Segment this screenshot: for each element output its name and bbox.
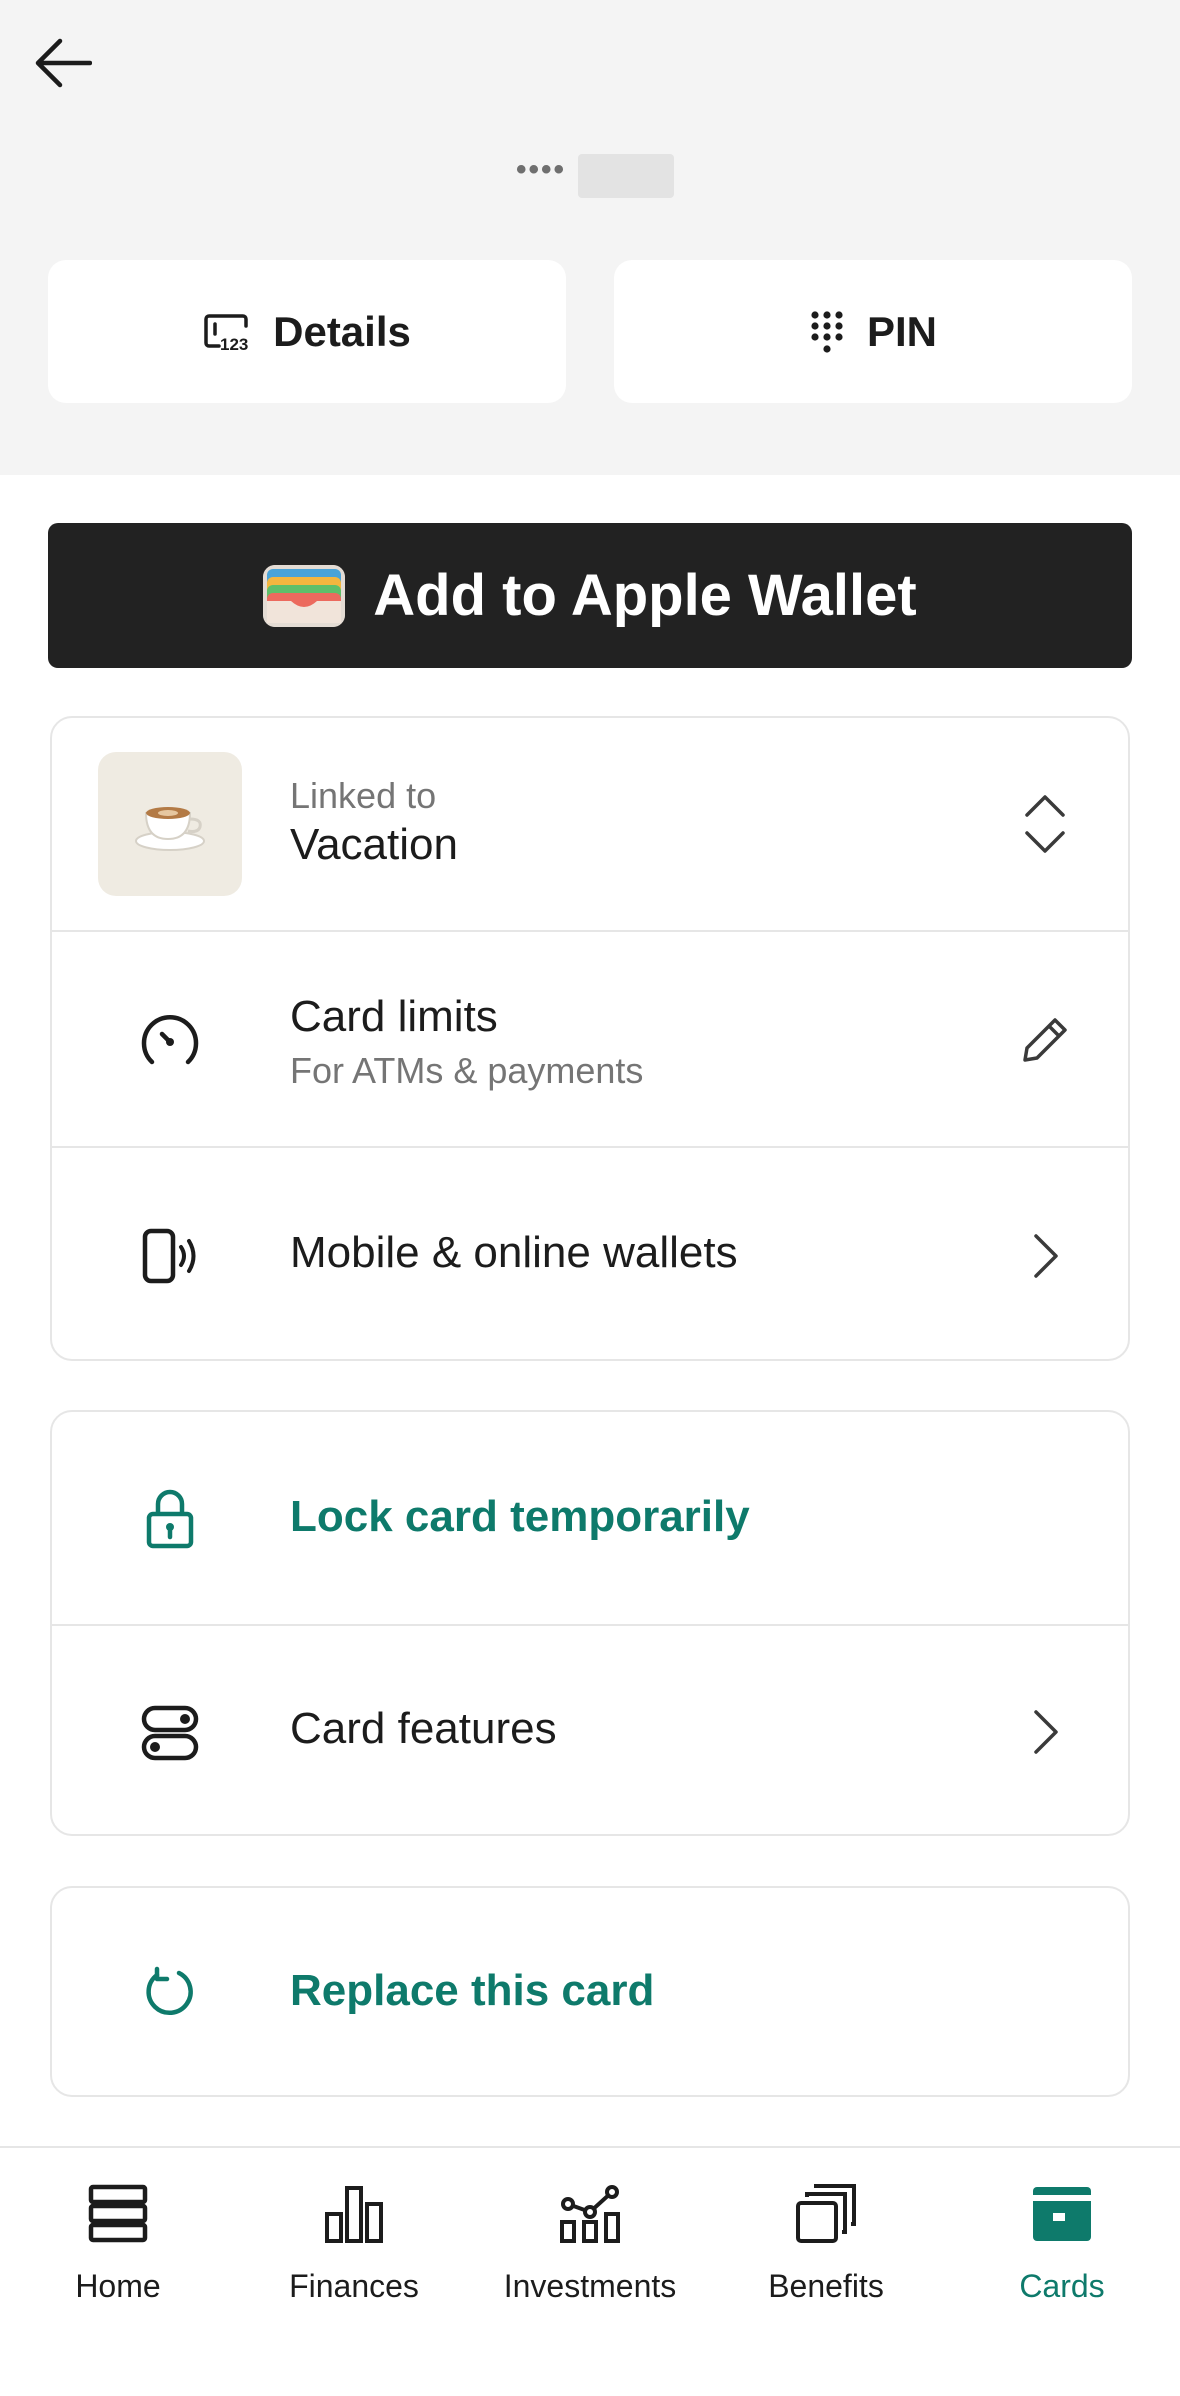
investments-chart-icon <box>550 2174 630 2254</box>
card-settings-group: Linked to Vacation Card limits For ATMs … <box>50 716 1130 1361</box>
replace-card-text: Replace this card <box>290 1966 654 2016</box>
card-icon <box>1022 2174 1102 2254</box>
refresh-icon <box>120 1942 220 2042</box>
card-limits-title: Card limits <box>290 992 498 1041</box>
pencil-icon[interactable] <box>1010 1005 1080 1075</box>
mobile-wallets-title: Mobile & online wallets <box>290 1228 738 1277</box>
card-details-icon: 123 <box>204 313 249 352</box>
details-label: Details <box>273 307 411 355</box>
card-limits-row[interactable]: Card limits For ATMs & payments <box>52 930 1128 1146</box>
card-number-redacted <box>578 154 675 198</box>
linked-caption: Linked to <box>290 775 437 816</box>
mobile-wallets-text: Mobile & online wallets <box>290 1228 738 1279</box>
card-number: •••• <box>516 153 675 198</box>
chevron-right-icon <box>1010 1697 1080 1767</box>
card-features-text: Card features <box>290 1704 557 1755</box>
nav-cards-label: Cards <box>1019 2268 1105 2304</box>
nav-benefits-label: Benefits <box>768 2268 884 2304</box>
nav-home[interactable]: Home <box>0 2174 236 2324</box>
card-security-group: Lock card temporarily Card features <box>50 1410 1130 1836</box>
home-icon <box>78 2174 158 2254</box>
card-limits-subtitle: For ATMs & payments <box>290 1049 644 1091</box>
replace-card-group: Replace this card <box>50 1886 1130 2097</box>
lock-card-text: Lock card temporarily <box>290 1492 750 1542</box>
wallet-label: Add to Apple Wallet <box>373 563 917 628</box>
replace-card-row[interactable]: Replace this card <box>52 1888 1128 2095</box>
pin-label: PIN <box>866 307 937 355</box>
nav-home-label: Home <box>75 2268 161 2304</box>
toggles-icon <box>120 1682 220 1782</box>
nav-investments-label: Investments <box>503 2268 677 2304</box>
nav-finances[interactable]: Finances <box>236 2174 472 2324</box>
card-header: •••• 123 Details PIN <box>0 0 1180 475</box>
apple-wallet-icon <box>263 564 346 627</box>
linked-account-row[interactable]: Linked to Vacation <box>52 718 1128 930</box>
linked-account-name: Vacation <box>290 819 458 869</box>
replace-card-title: Replace this card <box>290 1966 655 2015</box>
lock-card-title: Lock card temporarily <box>290 1492 750 1541</box>
coffee-cup-image <box>98 752 242 896</box>
nav-benefits[interactable]: Benefits <box>708 2174 944 2324</box>
card-limits-text: Card limits For ATMs & payments <box>290 992 643 1092</box>
chevron-right-icon <box>1010 1221 1080 1291</box>
card-features-title: Card features <box>290 1704 557 1753</box>
add-to-apple-wallet-button[interactable]: Add to Apple Wallet <box>48 523 1132 668</box>
pin-button[interactable]: PIN <box>614 260 1132 403</box>
stacked-cards-icon <box>786 2174 866 2254</box>
lock-card-row[interactable]: Lock card temporarily <box>52 1412 1128 1624</box>
nav-investments[interactable]: Investments <box>472 2174 708 2324</box>
arrow-left-icon <box>35 38 92 88</box>
phone-contactless-icon <box>120 1206 220 1306</box>
back-button[interactable] <box>28 30 98 96</box>
bar-chart-icon <box>314 2174 394 2254</box>
details-button[interactable]: 123 Details <box>48 260 566 403</box>
mobile-wallets-row[interactable]: Mobile & online wallets <box>52 1146 1128 1359</box>
svg-text:123: 123 <box>220 335 248 352</box>
speedometer-icon <box>120 990 220 1090</box>
chevron-up-down-icon <box>1010 789 1080 859</box>
card-features-row[interactable]: Card features <box>52 1624 1128 1834</box>
nav-finances-label: Finances <box>289 2268 419 2304</box>
nav-cards[interactable]: Cards <box>944 2174 1180 2324</box>
linked-account-text: Linked to Vacation <box>290 776 458 870</box>
keypad-icon <box>811 310 843 353</box>
bottom-navigation: Home Finances Investments Benefits Cards <box>0 2146 1180 2396</box>
card-number-mask: •••• <box>516 153 567 186</box>
lock-icon <box>120 1468 220 1568</box>
